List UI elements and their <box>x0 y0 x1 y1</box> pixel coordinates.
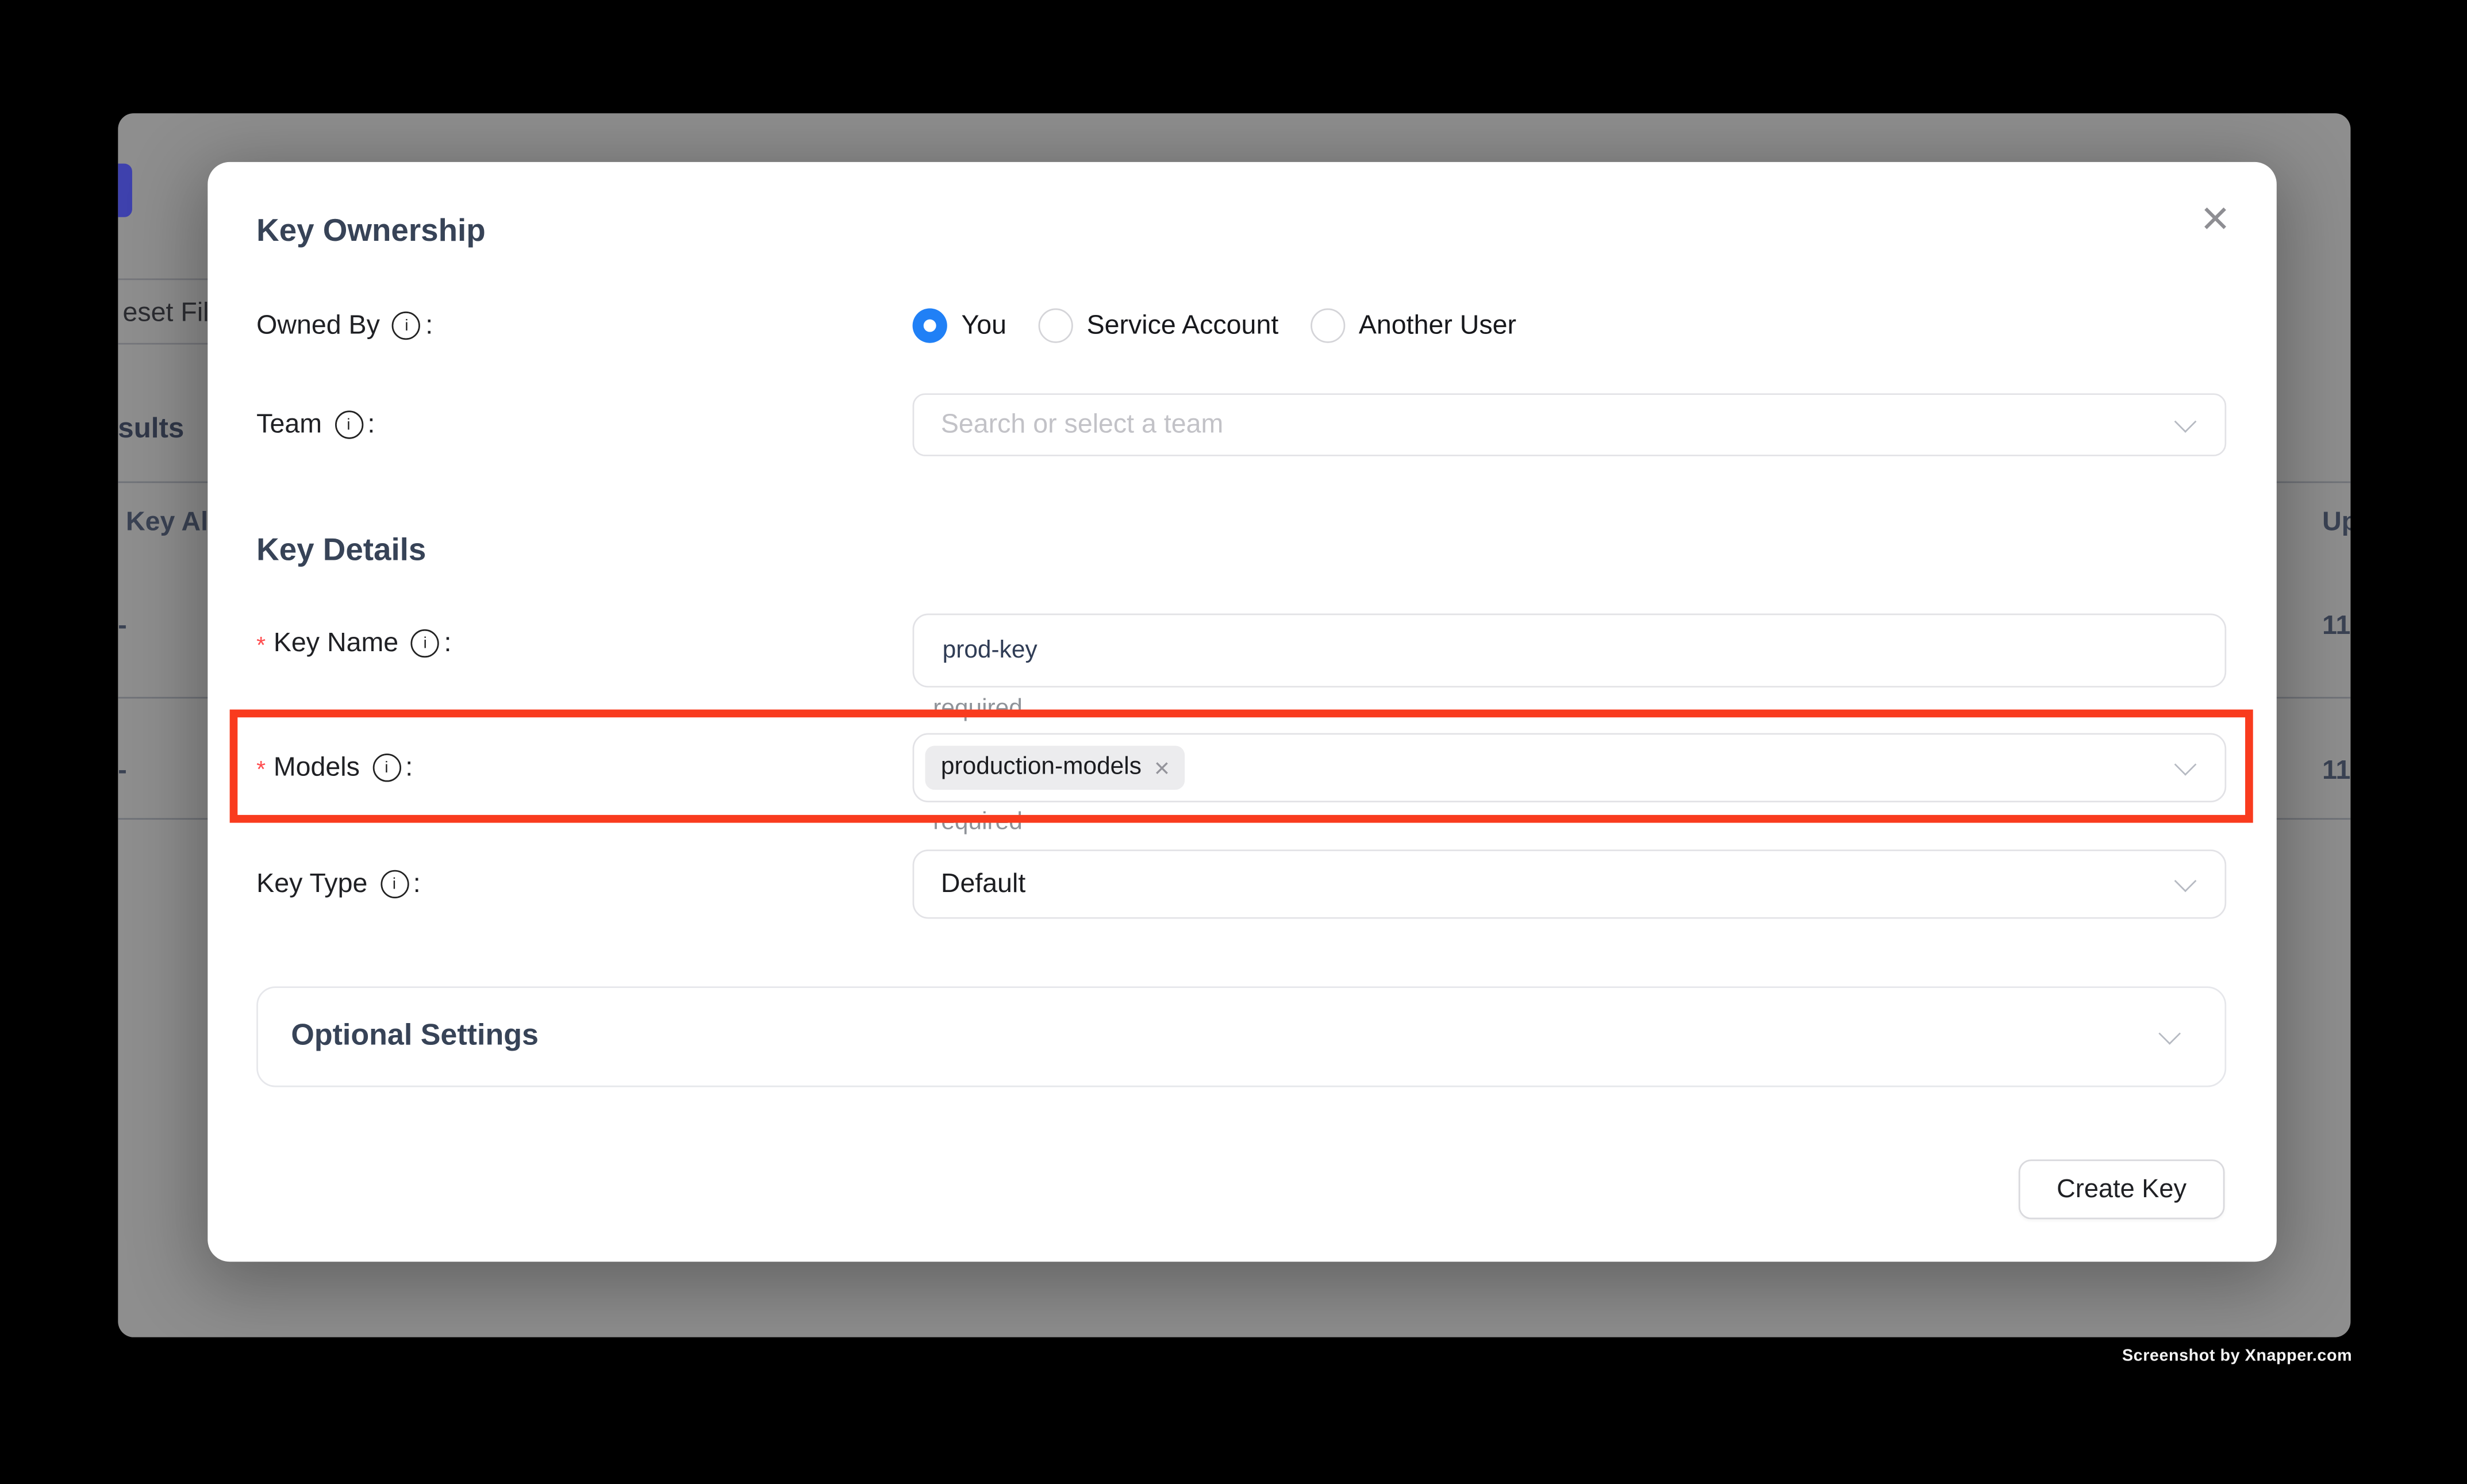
key-type-value: Default <box>914 868 1025 900</box>
optional-settings-expander[interactable]: Optional Settings <box>256 986 2226 1087</box>
create-key-modal: × Key Ownership Owned By i : You Service… <box>207 162 2276 1262</box>
info-icon[interactable]: i <box>393 312 421 340</box>
info-icon[interactable]: i <box>380 870 408 898</box>
radio-unselected-icon <box>1310 309 1344 343</box>
chevron-down-icon <box>2174 753 2197 776</box>
key-type-select[interactable]: Default <box>913 849 2227 918</box>
key-name-input[interactable]: prod-key <box>913 614 2227 688</box>
column-header-updated: Up <box>2322 506 2350 538</box>
radio-option-you[interactable]: You <box>913 309 1006 343</box>
team-select-placeholder: Search or select a team <box>914 409 1223 441</box>
radio-unselected-icon <box>1038 309 1073 343</box>
table-row-key-alias: - <box>118 755 127 787</box>
table-row-updated: 11/ <box>2322 755 2350 787</box>
create-key-button[interactable]: Create Key <box>2019 1159 2225 1219</box>
chevron-down-icon <box>2158 1022 2181 1045</box>
required-asterisk: * <box>256 757 266 784</box>
info-icon[interactable]: i <box>411 629 439 658</box>
owned-by-label: Owned By i : <box>256 310 433 341</box>
models-tag: production-models × <box>925 745 1186 790</box>
table-row-key-alias: - <box>118 610 127 642</box>
close-icon[interactable]: × <box>2189 190 2242 244</box>
section-title-key-details: Key Details <box>256 533 426 570</box>
models-label: * Models i : <box>256 752 413 783</box>
tag-remove-icon[interactable]: × <box>1154 755 1170 782</box>
models-validation-text: required <box>933 809 1023 837</box>
dimmed-primary-button-fragment <box>118 164 132 217</box>
info-icon[interactable]: i <box>372 753 401 782</box>
key-name-validation-text: required <box>933 695 1023 724</box>
table-row-updated: 11/ <box>2322 610 2350 642</box>
required-asterisk: * <box>256 632 266 659</box>
owned-by-radio-group: You Service Account Another User <box>913 309 2227 343</box>
radio-option-service-account[interactable]: Service Account <box>1038 309 1279 343</box>
results-count-fragment: sults <box>118 412 184 445</box>
radio-option-another-user[interactable]: Another User <box>1310 309 1516 343</box>
optional-settings-title: Optional Settings <box>291 1020 539 1054</box>
screenshot-canvas: eset Filt sults Key Alia Up - 11/ - 11/ … <box>0 0 2467 1483</box>
reset-filters-fragment: eset Filt <box>123 297 217 329</box>
key-name-label: * Key Name i : <box>256 628 451 659</box>
key-name-value: prod-key <box>914 636 1037 664</box>
models-select[interactable]: production-models × <box>913 733 2227 802</box>
chevron-down-icon <box>2174 870 2197 893</box>
key-type-label: Key Type i : <box>256 868 421 900</box>
toolbar-divider <box>118 278 212 280</box>
watermark-text: Screenshot by Xnapper.com <box>2122 1347 2352 1366</box>
section-title-key-ownership: Key Ownership <box>256 214 486 250</box>
toolbar-divider <box>118 343 212 345</box>
info-icon[interactable]: i <box>335 410 363 439</box>
team-label: Team i : <box>256 409 375 441</box>
chevron-down-icon <box>2174 410 2197 433</box>
radio-selected-icon <box>913 309 947 343</box>
team-select[interactable]: Search or select a team <box>913 393 2227 456</box>
